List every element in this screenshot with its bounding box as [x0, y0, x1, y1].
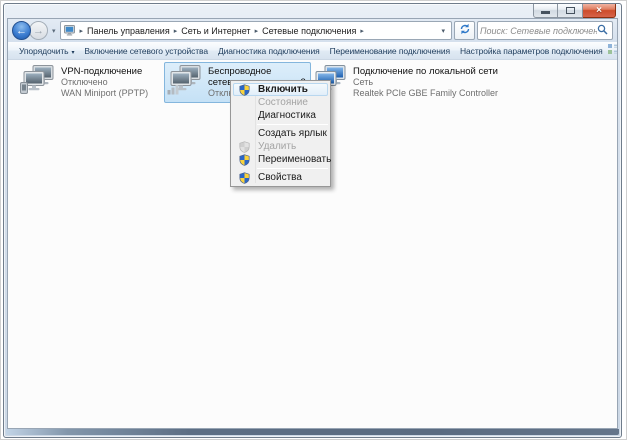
connection-name: VPN-подключение [61, 66, 148, 77]
diagnose-connection-button[interactable]: Диагностика подключения [213, 46, 325, 56]
close-button[interactable]: × [583, 4, 616, 18]
search-box[interactable] [477, 21, 613, 40]
breadcrumb-arrow-icon[interactable]: ▸ [80, 27, 84, 35]
menu-item-rename[interactable]: Переименовать [233, 153, 328, 166]
breadcrumb-item-control-panel[interactable]: Панель управления [84, 26, 173, 36]
recent-pages-dropdown[interactable]: ▾ [50, 27, 58, 35]
menu-item-diagnose[interactable]: Диагностика [233, 109, 328, 122]
minimize-button[interactable] [533, 4, 558, 18]
close-icon: × [596, 5, 602, 17]
connection-name: Подключение по локальной сети [353, 66, 498, 77]
menu-item-create-shortcut[interactable]: Создать ярлык [233, 127, 328, 140]
menu-item-enable[interactable]: Включить [233, 83, 328, 96]
explorer-window: × ← → ▾ [3, 3, 622, 438]
toolbar-right-icons: ▾ ? [608, 44, 617, 57]
context-menu: Включить Состояние Диагностика Создать я… [230, 80, 331, 187]
change-view-button[interactable]: ▾ [608, 44, 617, 57]
menu-item-delete: Удалить [233, 140, 328, 153]
maximize-icon [566, 7, 575, 14]
screenshot-root: × ← → ▾ [0, 0, 627, 440]
breadcrumb-arrow-icon[interactable]: ▸ [360, 27, 364, 35]
wireless-connection-icon [167, 65, 203, 100]
command-bar: Упорядочить▾ Включение сетевого устройст… [8, 42, 617, 60]
address-bar[interactable]: ▸ Панель управления ▸ Сеть и Интернет ▸ … [60, 21, 452, 40]
organize-menu-button[interactable]: Упорядочить▾ [14, 46, 79, 56]
connection-device: Realtek PCIe GBE Family Controller [353, 88, 498, 99]
menu-item-properties[interactable]: Свойства [233, 171, 328, 184]
connection-tile-lan[interactable]: Подключение по локальной сети Сеть Realt… [312, 65, 498, 100]
connection-tile-vpn[interactable]: VPN-подключение Отключено WAN Miniport (… [20, 65, 148, 100]
chevron-down-icon: ▾ [71, 50, 74, 56]
uac-shield-icon [234, 84, 255, 96]
enable-network-device-button[interactable]: Включение сетевого устройства [79, 46, 213, 56]
menu-item-status: Состояние [233, 96, 328, 109]
breadcrumb-item-network-and-internet[interactable]: Сеть и Интернет [178, 26, 253, 36]
maximize-button[interactable] [558, 4, 583, 18]
change-connection-settings-button[interactable]: Настройка параметров подключения [455, 46, 608, 56]
breadcrumb-item-network-connections[interactable]: Сетевые подключения [259, 26, 359, 36]
forward-button[interactable]: → [29, 21, 48, 40]
connection-status: Сеть [353, 77, 498, 88]
menu-separator [257, 124, 328, 125]
rename-connection-button[interactable]: Переименование подключения [325, 46, 455, 56]
uac-shield-icon [234, 154, 255, 166]
breadcrumb-arrow-icon[interactable]: ▸ [255, 27, 259, 35]
window-bottom-frame [6, 429, 619, 435]
network-folder-icon [64, 25, 77, 36]
refresh-icon [459, 22, 471, 40]
views-icon [608, 44, 617, 57]
uac-shield-icon-disabled [234, 141, 255, 153]
forward-icon: → [33, 25, 44, 37]
search-input[interactable] [480, 26, 597, 36]
address-dropdown-icon[interactable]: ▾ [438, 27, 448, 35]
connection-device: WAN Miniport (PPTP) [61, 88, 148, 99]
organize-label: Упорядочить [19, 46, 68, 56]
caption-buttons: × [533, 4, 616, 18]
refresh-button[interactable] [454, 21, 475, 40]
vpn-connection-icon [20, 65, 56, 100]
connection-status: Отключено [61, 77, 148, 88]
search-icon [597, 22, 608, 40]
uac-shield-icon [234, 172, 255, 184]
navigation-bar: ← → ▾ ▸ Панель уп [8, 19, 617, 42]
back-icon: ← [16, 25, 27, 37]
minimize-icon [541, 11, 550, 14]
breadcrumb-arrow-icon[interactable]: ▸ [174, 27, 178, 35]
menu-separator [257, 168, 328, 169]
back-button[interactable]: ← [12, 21, 31, 40]
